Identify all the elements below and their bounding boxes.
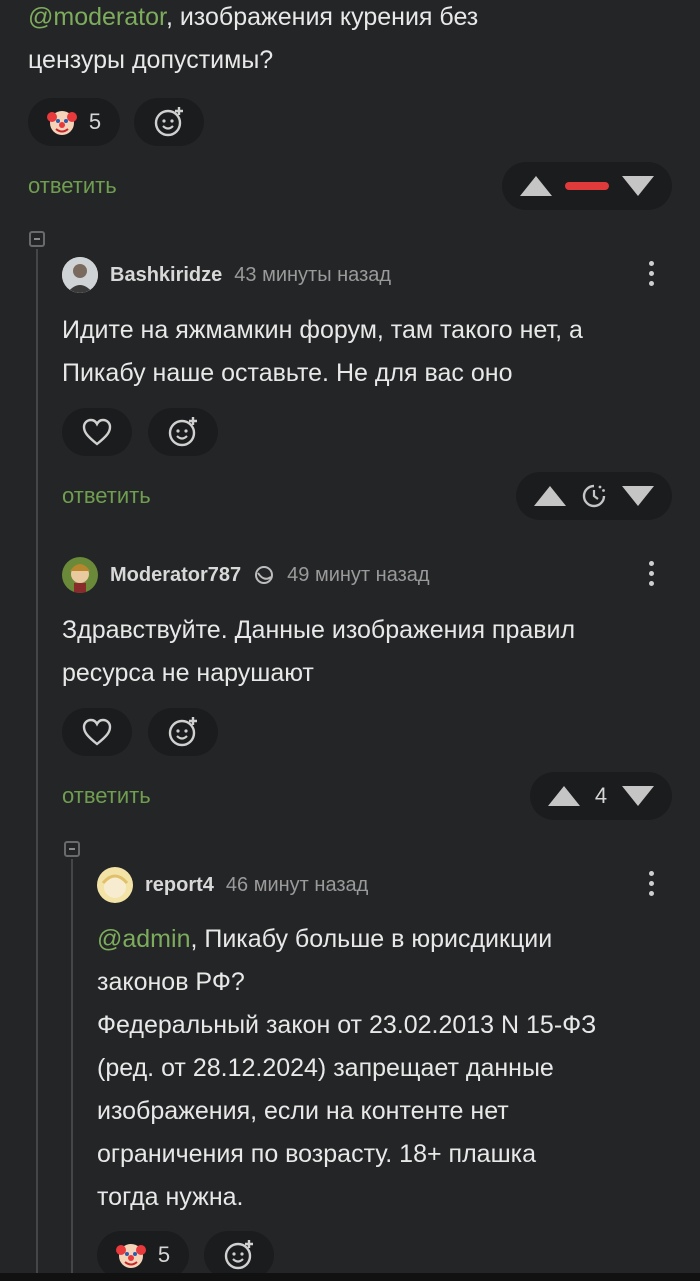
bottom-edge bbox=[0, 1273, 700, 1281]
minus-icon bbox=[565, 182, 609, 190]
avatar[interactable] bbox=[62, 257, 98, 293]
add-reaction-button[interactable] bbox=[204, 1231, 274, 1279]
timestamp[interactable]: 43 минуты назад bbox=[234, 264, 391, 287]
comment-text: @admin, Пикабу больше в юрисдикции закон… bbox=[97, 918, 687, 1219]
reaction-clown-button[interactable]: 5 bbox=[97, 1231, 189, 1279]
downvote-icon[interactable] bbox=[622, 176, 654, 196]
downvote-icon[interactable] bbox=[622, 786, 654, 806]
comment-text-line: ресурса не нарушают bbox=[62, 659, 314, 687]
comment-text-line: Пикабу наше оставьте. Не для вас оно bbox=[62, 359, 513, 387]
heart-icon bbox=[82, 718, 112, 746]
add-reaction-icon bbox=[168, 417, 197, 447]
comment-text-line: тогда нужна. bbox=[97, 1183, 244, 1211]
username[interactable]: Bashkiridze bbox=[110, 264, 222, 287]
collapse-icon[interactable] bbox=[29, 231, 45, 247]
add-reaction-icon bbox=[154, 107, 183, 137]
vote-control bbox=[516, 472, 672, 520]
comment-text-line: законов РФ? bbox=[97, 968, 245, 996]
avatar[interactable] bbox=[97, 867, 133, 903]
comment-text-line: , Пикабу больше в юрисдикции bbox=[190, 925, 553, 953]
add-reaction-icon bbox=[168, 717, 197, 747]
more-icon[interactable] bbox=[649, 871, 655, 901]
vote-control bbox=[502, 162, 672, 210]
timestamp[interactable]: 46 минут назад bbox=[226, 874, 368, 897]
mention-link[interactable]: @moderator bbox=[28, 3, 166, 31]
reply-link[interactable]: ответить bbox=[62, 783, 151, 809]
comment-author: Bashkiridze 43 минуты назад bbox=[62, 257, 391, 293]
add-reaction-button[interactable] bbox=[148, 408, 218, 456]
comment-text-line: Здравствуйте. Данные изображения правил bbox=[62, 616, 576, 644]
heart-icon bbox=[82, 418, 112, 446]
more-icon[interactable] bbox=[649, 261, 655, 291]
like-button[interactable] bbox=[62, 708, 132, 756]
upvote-icon[interactable] bbox=[534, 486, 566, 506]
username[interactable]: report4 bbox=[145, 874, 214, 897]
avatar[interactable] bbox=[62, 557, 98, 593]
mention-link[interactable]: @admin bbox=[97, 925, 190, 953]
reply-link[interactable]: ответить bbox=[28, 173, 117, 199]
comment-text: Здравствуйте. Данные изображения правил … bbox=[62, 609, 682, 695]
comment-text-line: Идите на яжмамкин форум, там такого нет,… bbox=[62, 316, 583, 344]
reply-link[interactable]: ответить bbox=[62, 483, 151, 509]
reaction-count: 5 bbox=[157, 1242, 171, 1267]
comment-text-line: , изображения курения без bbox=[165, 3, 479, 31]
add-reaction-button[interactable] bbox=[134, 98, 204, 146]
comment-author: report4 46 минут назад bbox=[97, 867, 368, 903]
comment-text-line: ограничения по возрасту. 18+ плашка bbox=[97, 1140, 537, 1168]
upvote-icon[interactable] bbox=[548, 786, 580, 806]
comment-text-line: цензуры допустимы? bbox=[28, 46, 274, 74]
add-reaction-icon bbox=[224, 1240, 253, 1270]
comment-text-line: (ред. от 28.12.2024) запрещает данные bbox=[97, 1054, 554, 1082]
reaction-count: 5 bbox=[88, 109, 102, 134]
vote-control: 4 bbox=[530, 772, 672, 820]
upvote-icon[interactable] bbox=[520, 176, 552, 196]
clown-emoji-icon bbox=[46, 111, 77, 135]
more-icon[interactable] bbox=[649, 561, 655, 591]
comment-text: @moderator, изображения курения без ценз… bbox=[28, 0, 678, 82]
downvote-icon[interactable] bbox=[622, 486, 654, 506]
like-button[interactable] bbox=[62, 408, 132, 456]
comment-text: Идите на яжмамкин форум, там такого нет,… bbox=[62, 309, 682, 395]
timer-icon bbox=[582, 484, 606, 508]
comment-text-line: Федеральный закон от 23.02.2013 N 15-ФЗ bbox=[97, 1011, 597, 1039]
reaction-clown-button[interactable]: 5 bbox=[28, 98, 120, 146]
thread-line[interactable] bbox=[71, 859, 73, 1273]
clown-emoji-icon bbox=[115, 1244, 146, 1268]
collapse-icon[interactable] bbox=[64, 841, 80, 857]
moderator-badge-icon bbox=[255, 566, 274, 584]
add-reaction-button[interactable] bbox=[148, 708, 218, 756]
comment-author: Moderator787 49 минут назад bbox=[62, 557, 430, 593]
vote-score: 4 bbox=[594, 783, 608, 808]
thread-line[interactable] bbox=[36, 249, 38, 1273]
comment-text-line: изображения, если на контенте нет bbox=[97, 1097, 509, 1125]
username[interactable]: Moderator787 bbox=[110, 564, 241, 587]
timestamp[interactable]: 49 минут назад bbox=[287, 564, 429, 587]
